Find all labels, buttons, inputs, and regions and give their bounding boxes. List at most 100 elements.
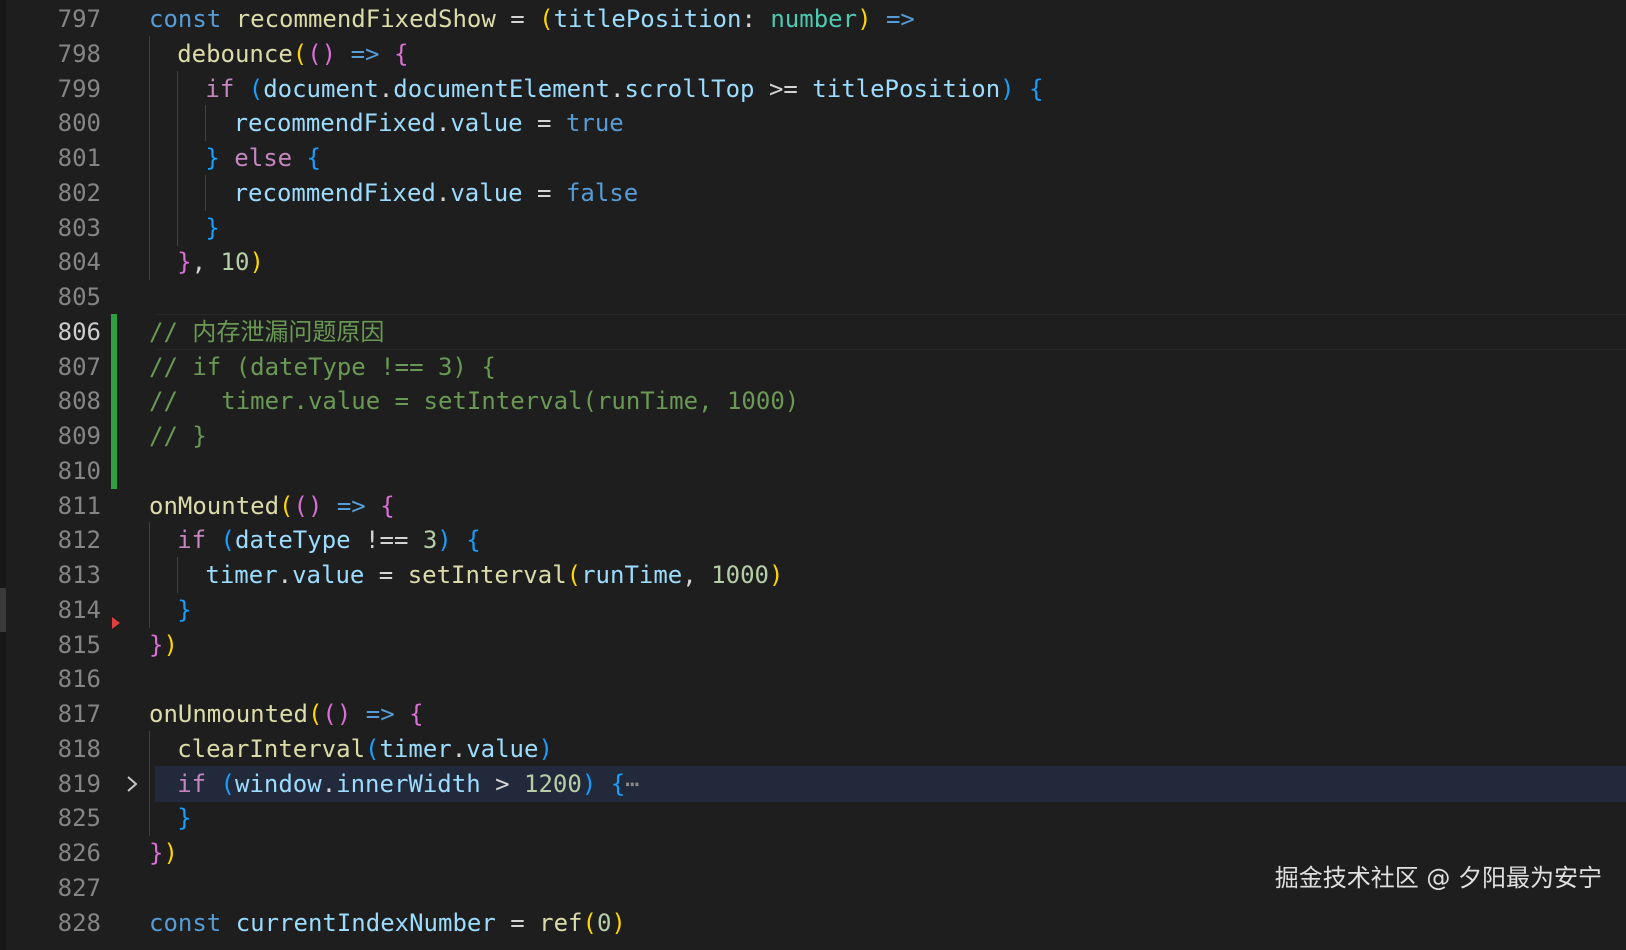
code-line[interactable]: 811 onMounted(() => {: [0, 488, 1626, 524]
chevron-right-icon[interactable]: [124, 772, 140, 796]
code-text: }, 10): [177, 244, 264, 280]
code-token: (: [220, 526, 235, 555]
code-token: ): [437, 526, 452, 555]
line-number: 799: [57, 74, 101, 103]
code-line[interactable]: 801} else {: [0, 140, 1626, 176]
code-token: ): [611, 908, 626, 937]
code-token: ): [581, 769, 597, 798]
code-token: document: [263, 74, 379, 103]
code-token: {: [393, 39, 409, 68]
code-line[interactable]: 819 if (window.innerWidth > 1200) {⋯: [0, 765, 1626, 802]
code-line[interactable]: 805: [0, 279, 1626, 315]
line-number: 800: [57, 109, 101, 138]
fold-ellipsis[interactable]: ⋯: [625, 770, 639, 798]
line-number: 827: [57, 873, 101, 902]
code-text: timer.value = setInterval(runTime, 1000): [205, 557, 783, 593]
code-line[interactable]: 814}: [0, 591, 1626, 628]
code-line[interactable]: 808 // timer.value = setInterval(runTime,…: [0, 383, 1626, 420]
diff-added-indicator[interactable]: [111, 418, 117, 454]
code-token: true: [565, 109, 624, 138]
code-token: window: [235, 769, 322, 798]
code-text: // 内存泄漏问题原因: [149, 314, 384, 350]
diff-added-indicator[interactable]: [111, 452, 117, 489]
line-number: 818: [57, 734, 101, 763]
code-line[interactable]: 807 // if (dateType !== 3) {: [0, 348, 1626, 385]
code-token: if: [177, 526, 207, 555]
indent-guide: [149, 244, 150, 281]
indent-guide: [149, 70, 150, 107]
code-token: const: [149, 5, 236, 33]
code-line[interactable]: 800 recommendFixed.value = true: [0, 105, 1626, 142]
code-token: 3: [422, 526, 438, 555]
code-token: if: [205, 74, 235, 103]
line-number: 814: [57, 595, 101, 624]
diff-added-indicator[interactable]: [111, 383, 117, 420]
code-token: }: [177, 248, 192, 277]
indent-guide: [149, 35, 150, 72]
code-line[interactable]: 804}, 10): [0, 244, 1626, 281]
diff-deleted-indicator[interactable]: [112, 616, 120, 629]
code-text: debounce(() => {: [177, 36, 408, 72]
line-number: 825: [57, 804, 101, 833]
code-token: if: [177, 769, 207, 798]
code-token: ,: [191, 248, 221, 277]
code-token: }: [177, 595, 192, 624]
code-line[interactable]: 806 // 内存泄漏问题原因: [0, 313, 1626, 350]
code-text: if (dateType !== 3) {: [177, 522, 480, 558]
code-line[interactable]: 799 if (document.documentElement.scrollTo…: [0, 70, 1626, 107]
code-text: }: [205, 210, 219, 246]
diff-added-indicator[interactable]: [111, 313, 117, 350]
code-token: scrollTop: [624, 74, 755, 103]
code-token: (: [279, 491, 294, 520]
code-token: (: [365, 734, 380, 763]
code-token: {: [380, 491, 395, 520]
code-line[interactable]: 810: [0, 452, 1626, 489]
code-line[interactable]: 809 // }: [0, 418, 1626, 454]
code-token: 0: [596, 908, 612, 937]
code-line[interactable]: 813 timer.value = setInterval(runTime, 10…: [0, 557, 1626, 593]
line-number: 807: [57, 352, 101, 381]
code-token: documentElement: [393, 74, 610, 103]
code-token: =: [522, 178, 566, 207]
code-line[interactable]: 797 const recommendFixedShow = (titlePosi…: [0, 1, 1626, 37]
code-text: }): [149, 627, 178, 663]
code-line[interactable]: 816: [0, 661, 1626, 697]
code-token: runTime: [581, 561, 683, 589]
indent-guide: [149, 800, 150, 837]
code-line[interactable]: 815}): [0, 616, 1626, 663]
code-text: } else {: [205, 140, 321, 176]
code-token: 1000: [711, 561, 769, 589]
diff-added-indicator[interactable]: [111, 348, 117, 385]
code-token: (: [582, 908, 597, 937]
code-token: recommendFixed: [233, 178, 436, 207]
code-token: onUnmounted: [149, 700, 308, 728]
code-line[interactable]: 825}: [0, 800, 1626, 837]
line-number: 813: [57, 561, 101, 589]
code-line[interactable]: 828 const currentIndexNumber = ref(0): [0, 905, 1626, 941]
code-line[interactable]: 818 clearInterval(timer.value): [0, 730, 1626, 767]
code-line[interactable]: 798 debounce(() => {: [0, 35, 1626, 72]
line-number: 817: [57, 700, 101, 728]
code-token: }: [205, 213, 220, 242]
code-token: // timer.value = setInterval(runTime, 10…: [149, 387, 800, 416]
code-token: recommendFixed: [233, 109, 436, 138]
code-token: (): [307, 39, 337, 68]
code-line[interactable]: 803}: [0, 209, 1626, 246]
indent-guide: [149, 105, 150, 142]
code-token: titlePosition: [812, 74, 1001, 103]
code-token: .: [451, 734, 467, 763]
line-number: 808: [57, 387, 101, 416]
code-token: false: [565, 178, 639, 207]
code-line[interactable]: 817 onUnmounted(() => {: [0, 696, 1626, 732]
code-token: }: [205, 144, 220, 172]
code-token: =>: [871, 5, 915, 33]
code-line[interactable]: 802 recommendFixed.value = false: [0, 174, 1626, 211]
indent-guide: [205, 174, 207, 211]
code-token: number: [770, 5, 858, 33]
code-token: (: [307, 700, 323, 728]
code-line[interactable]: 812 if (dateType !== 3) {: [0, 522, 1626, 559]
code-editor[interactable]: 797 const recommendFixedShow = (titlePosi…: [0, 0, 1626, 950]
code-token: }: [149, 839, 164, 867]
indent-guide: [149, 730, 150, 767]
